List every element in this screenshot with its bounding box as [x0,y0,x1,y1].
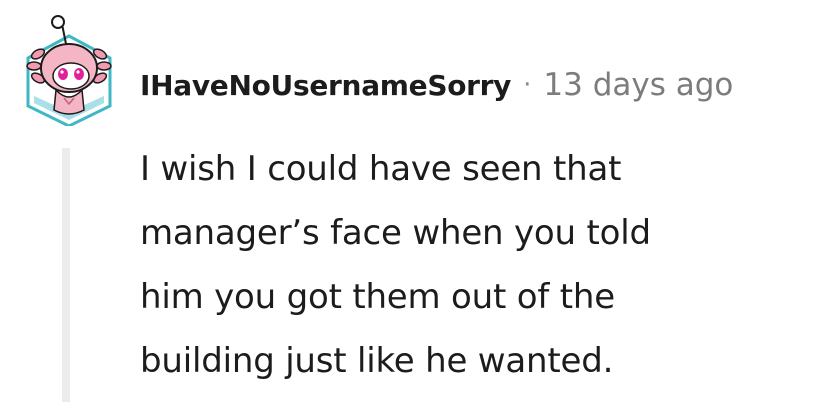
comment-meta: IHaveNoUsernameSorry · 13 days ago [140,62,733,108]
comment-timestamp[interactable]: 13 days ago [543,67,733,103]
comment-body-line: him you got them out of the [140,277,615,317]
axolotl-snoo-avatar-icon [26,15,112,126]
thread-collapse-line[interactable] [62,148,70,402]
comment: IHaveNoUsernameSorry · 13 days ago I wis… [0,0,830,402]
comment-body-line: I wish I could have seen that [140,149,622,189]
meta-separator: · [523,70,532,100]
comment-body-line: manager’s face when you told [140,213,651,253]
author-username[interactable]: IHaveNoUsernameSorry [140,69,511,102]
comment-body: I wish I could have seen that manager’s … [140,137,820,393]
comment-body-line: building just like he wanted. [140,341,614,381]
avatar[interactable] [18,14,120,126]
